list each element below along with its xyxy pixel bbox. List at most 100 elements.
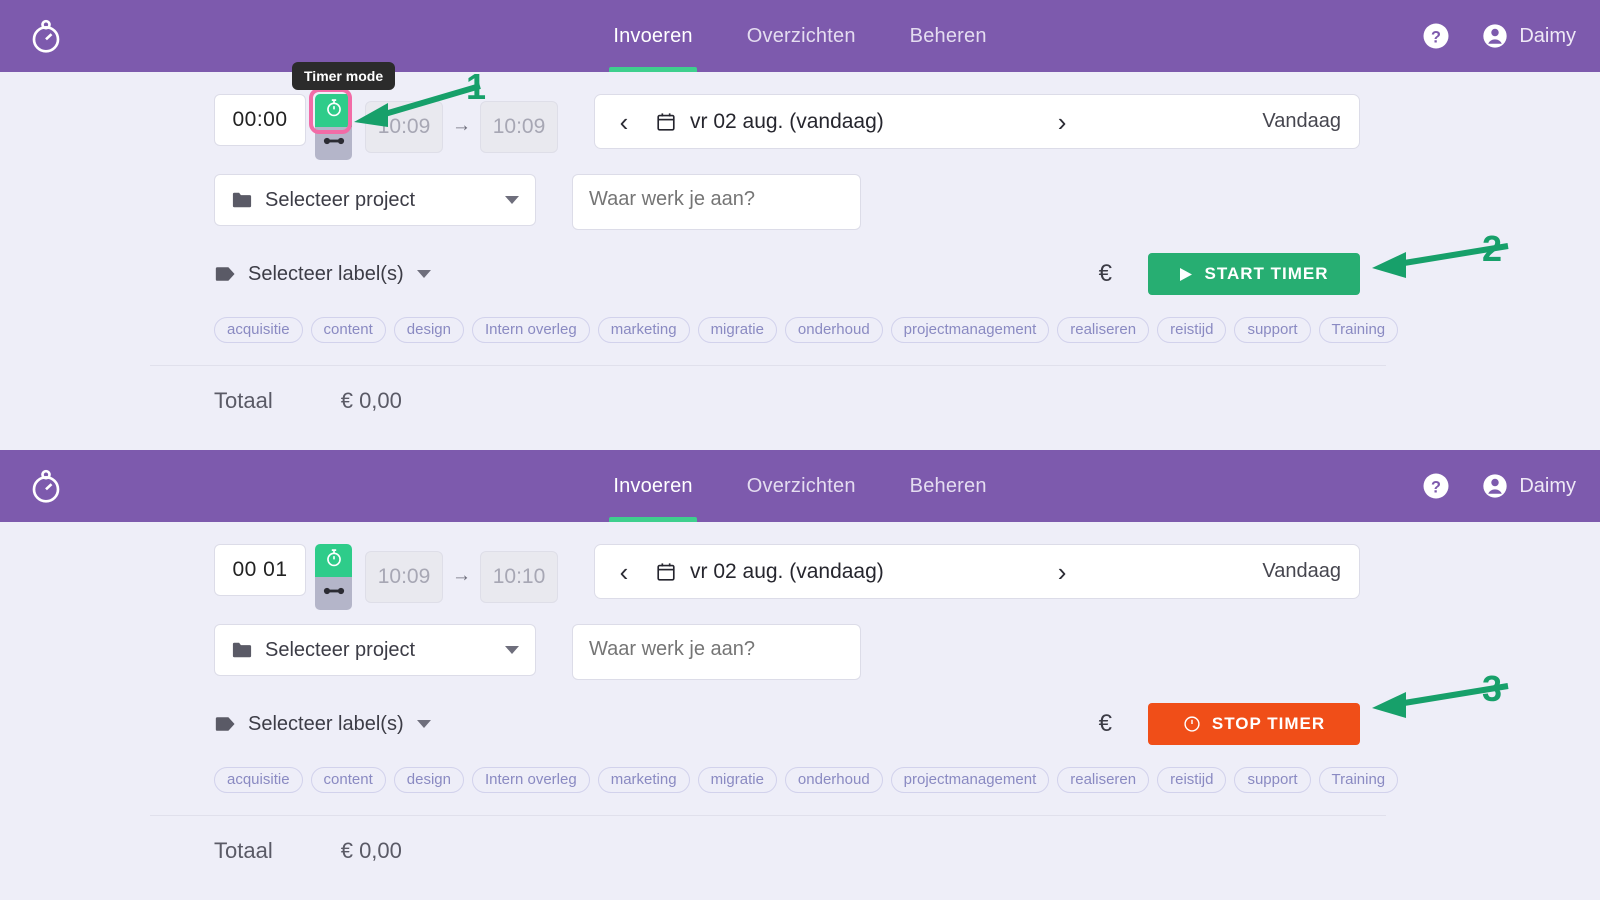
label-chips-bottom: acquisitie content design Intern overleg… <box>0 767 1600 793</box>
chevron-right-icon[interactable]: › <box>1051 559 1073 585</box>
labels-select[interactable]: Selecteer label(s) <box>214 263 431 286</box>
total-row-top: Totaal € 0,00 <box>0 388 1600 414</box>
end-time-input[interactable]: 10:10 <box>480 551 558 603</box>
end-time-input[interactable]: 10:09 <box>480 101 558 153</box>
nav-label: Beheren <box>909 474 987 497</box>
account-circle-icon <box>1481 22 1509 50</box>
current-date-label[interactable]: vr 02 aug. (vandaag) <box>690 560 884 584</box>
labels-select-label: Selecteer label(s) <box>248 262 404 285</box>
project-select-label: Selecteer project <box>265 188 416 211</box>
billable-euro-icon[interactable]: € <box>1099 710 1112 738</box>
nav-item-invoeren[interactable]: Invoeren <box>609 0 698 72</box>
label-chip[interactable]: content <box>310 767 386 793</box>
today-button[interactable]: Vandaag <box>1240 110 1341 133</box>
nav-item-overzichten[interactable]: Overzichten <box>743 0 860 72</box>
date-navigator: ‹ vr 02 aug. (vandaag) › Vandaag <box>594 94 1360 149</box>
duration-and-date-row: 00:00 10:09 → 10:09 ‹ vr 02 aug. (vandaa… <box>0 88 1600 160</box>
project-select[interactable]: Selecteer project <box>214 174 536 226</box>
top-navigation-bar: Invoeren Overzichten Beheren ? Daimy <box>0 450 1600 522</box>
timer-circle-icon <box>1183 715 1201 733</box>
chevron-down-icon <box>416 270 431 278</box>
duration-and-date-row: 00 01 10:09 → 10:10 ‹ vr 02 aug. (vandaa… <box>0 544 1600 610</box>
screenshot-panel-top: Invoeren Overzichten Beheren ? Daimy Tim… <box>0 0 1600 450</box>
nav-item-beheren[interactable]: Beheren <box>906 450 991 522</box>
top-right-actions: ? Daimy <box>1421 21 1576 51</box>
label-chip[interactable]: acquisitie <box>214 317 303 343</box>
nav-item-invoeren[interactable]: Invoeren <box>609 450 698 522</box>
label-chip[interactable]: realiseren <box>1057 317 1150 343</box>
label-chip[interactable]: migratie <box>697 767 777 793</box>
labels-and-action-row: Selecteer label(s) € START TIMER <box>0 253 1600 295</box>
mode-range-button[interactable] <box>315 577 352 610</box>
labels-select-label: Selecteer label(s) <box>248 712 404 735</box>
calendar-icon[interactable] <box>655 111 677 133</box>
billable-euro-icon[interactable]: € <box>1099 260 1112 288</box>
time-arrow-icon: → <box>452 565 471 586</box>
label-chip[interactable]: onderhoud <box>784 767 883 793</box>
chevron-right-icon[interactable]: › <box>1051 109 1073 135</box>
chevron-left-icon[interactable]: ‹ <box>613 559 635 585</box>
label-chip[interactable]: reistijd <box>1157 317 1227 343</box>
nav-label: Overzichten <box>746 24 856 47</box>
label-chip[interactable]: design <box>393 767 464 793</box>
label-chip[interactable]: acquisitie <box>214 767 303 793</box>
project-and-description-row: Selecteer project <box>0 174 1600 235</box>
nav-item-overzichten[interactable]: Overzichten <box>743 450 860 522</box>
duration-input[interactable]: 00 01 <box>214 544 306 596</box>
label-chip[interactable]: Training <box>1318 767 1399 793</box>
annotation-number-2: 2 <box>1482 228 1503 269</box>
label-chip[interactable]: support <box>1234 317 1311 343</box>
main-nav: Invoeren Overzichten Beheren <box>0 450 1600 522</box>
label-chip[interactable]: realiseren <box>1057 767 1150 793</box>
description-input[interactable] <box>572 174 861 230</box>
start-timer-button[interactable]: START TIMER <box>1148 253 1360 295</box>
app-logo-stopwatch-icon[interactable] <box>24 464 68 508</box>
description-input[interactable] <box>572 624 861 680</box>
chevron-down-icon <box>505 646 519 654</box>
chevron-left-icon[interactable]: ‹ <box>613 109 635 135</box>
start-time-input[interactable]: 10:09 <box>365 101 443 153</box>
arrows-horizontal-icon <box>322 134 346 153</box>
label-chip[interactable]: Intern overleg <box>471 317 590 343</box>
label-chip[interactable]: marketing <box>597 317 690 343</box>
label-chip[interactable]: design <box>393 317 464 343</box>
label-chip[interactable]: Intern overleg <box>471 767 590 793</box>
label-chip[interactable]: support <box>1234 767 1311 793</box>
timer-mode-toggle[interactable] <box>306 88 352 160</box>
app-logo-stopwatch-icon[interactable] <box>24 14 68 58</box>
label-chip[interactable]: onderhoud <box>784 317 883 343</box>
screenshot-panel-bottom: Invoeren Overzichten Beheren ? Daimy 00 … <box>0 450 1600 900</box>
today-button[interactable]: Vandaag <box>1240 560 1341 583</box>
mode-timer-button[interactable] <box>315 94 352 127</box>
stop-timer-button[interactable]: STOP TIMER <box>1148 703 1360 745</box>
current-date-label[interactable]: vr 02 aug. (vandaag) <box>690 110 884 134</box>
label-chip[interactable]: projectmanagement <box>890 317 1050 343</box>
user-menu[interactable]: Daimy <box>1481 22 1576 50</box>
total-label: Totaal <box>214 838 273 863</box>
start-time-input[interactable]: 10:09 <box>365 551 443 603</box>
nav-label: Overzichten <box>746 474 856 497</box>
stopwatch-icon <box>323 97 345 124</box>
label-chip[interactable]: Training <box>1318 317 1399 343</box>
label-chip[interactable]: content <box>310 317 386 343</box>
section-divider <box>150 815 1386 816</box>
timer-mode-toggle[interactable] <box>306 544 352 610</box>
label-chip[interactable]: projectmanagement <box>890 767 1050 793</box>
mode-timer-button[interactable] <box>315 544 352 577</box>
nav-item-beheren[interactable]: Beheren <box>906 0 991 72</box>
duration-input[interactable]: 00:00 <box>214 94 306 146</box>
top-right-actions: ? Daimy <box>1421 471 1576 501</box>
label-chip[interactable]: migratie <box>697 317 777 343</box>
main-nav: Invoeren Overzichten Beheren <box>0 0 1600 72</box>
label-chip[interactable]: marketing <box>597 767 690 793</box>
labels-select[interactable]: Selecteer label(s) <box>214 713 431 736</box>
question-circle-icon[interactable]: ? <box>1421 471 1451 501</box>
mode-range-button[interactable] <box>315 127 352 160</box>
project-select[interactable]: Selecteer project <box>214 624 536 676</box>
label-chip[interactable]: reistijd <box>1157 767 1227 793</box>
project-select-label: Selecteer project <box>265 638 416 661</box>
user-menu[interactable]: Daimy <box>1481 472 1576 500</box>
calendar-icon[interactable] <box>655 561 677 583</box>
question-circle-icon[interactable]: ? <box>1421 21 1451 51</box>
date-navigator: ‹ vr 02 aug. (vandaag) › Vandaag <box>594 544 1360 599</box>
